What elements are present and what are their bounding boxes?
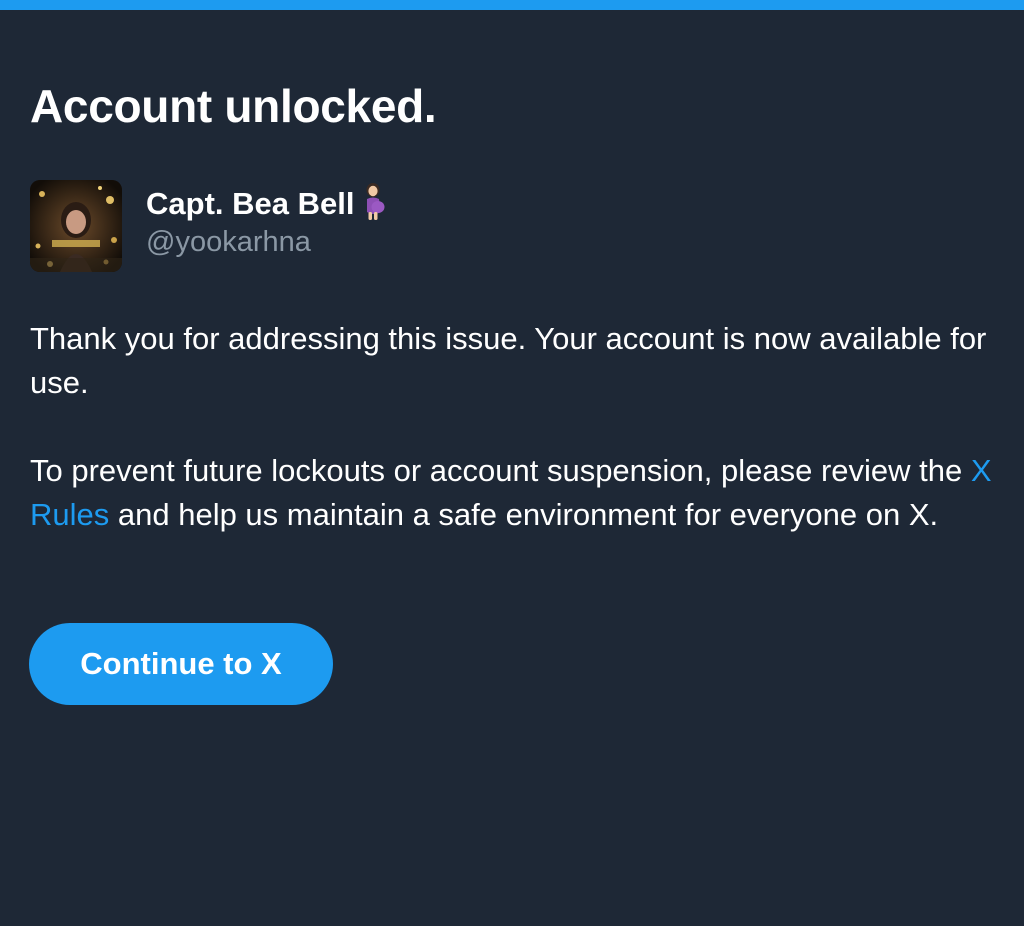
confirmation-message: Thank you for addressing this issue. You…	[30, 321, 987, 400]
top-accent-bar	[0, 0, 1024, 10]
rules-message-intro: To prevent future lockouts or account su…	[30, 453, 971, 488]
avatar[interactable]	[30, 180, 122, 272]
display-name-text: Capt. Bea Bell	[146, 186, 355, 221]
rules-message-outro: and help us maintain a safe environment …	[109, 497, 939, 532]
account-display-name: Capt. Bea Bell	[146, 182, 388, 229]
avatar-image	[30, 180, 122, 272]
continue-button[interactable]: Continue to X	[29, 623, 333, 705]
rules-message: To prevent future lockouts or account su…	[30, 449, 1020, 537]
pregnant-woman-emoji-icon	[358, 182, 388, 229]
account-handle: @yookarhna	[146, 226, 311, 258]
page-title: Account unlocked.	[30, 80, 437, 132]
